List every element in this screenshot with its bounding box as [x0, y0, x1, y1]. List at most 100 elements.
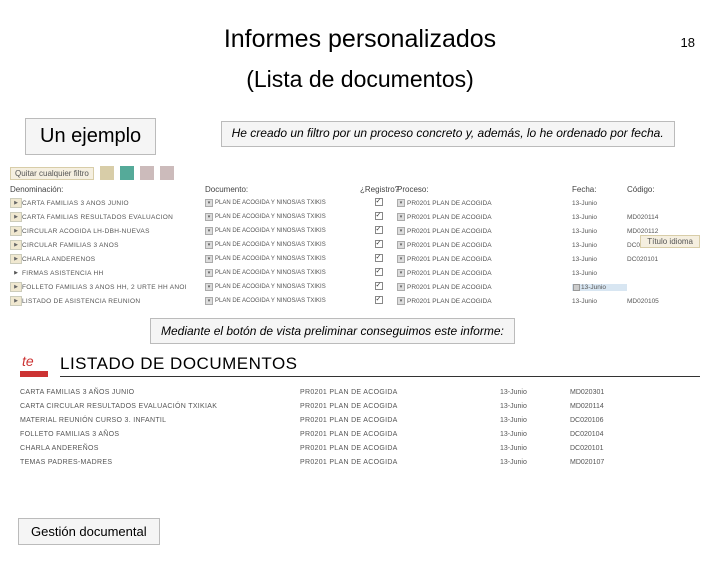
r-codigo: DC020101	[570, 445, 640, 452]
checkbox-icon[interactable]	[375, 226, 383, 234]
col-doc: Documento:	[205, 185, 360, 194]
dropdown-icon[interactable]	[397, 255, 405, 263]
cell-fecha[interactable]: 13-Junio	[572, 228, 627, 235]
cell-reg[interactable]	[360, 282, 397, 292]
report-table: CARTA FAMILIAS 3 AÑOS JUNIOPR0201 PLAN D…	[10, 385, 710, 469]
checkbox-icon[interactable]	[375, 240, 383, 248]
dropdown-icon[interactable]	[205, 297, 213, 305]
row-marker-icon	[10, 268, 22, 278]
cell-doc[interactable]: PLAN DE ACOGIDA Y NIÑOS/AS TXIKIS	[205, 297, 360, 305]
cell-denom: FIRMAS ASISTENCIA HH	[22, 270, 205, 277]
r-fecha: 13-Junio	[500, 417, 570, 424]
checkbox-icon[interactable]	[375, 198, 383, 206]
r-proc: PR0201 PLAN DE ACOGIDA	[300, 417, 500, 424]
table-row[interactable]: CIRCULAR ACOGIDA LH-DBH-NUEVASPLAN DE AC…	[10, 224, 710, 238]
checkbox-icon[interactable]	[375, 296, 383, 304]
table-row[interactable]: CARTA FAMILIAS RESULTADOS EVALUACIÓNPLAN…	[10, 210, 710, 224]
cell-proc[interactable]: PR0201 PLAN DE ACOGIDA	[397, 297, 572, 305]
cell-fecha[interactable]: 13-Junio	[572, 242, 627, 249]
r-proc: PR0201 PLAN DE ACOGIDA	[300, 403, 500, 410]
cell-proc[interactable]: PR0201 PLAN DE ACOGIDA	[397, 269, 572, 277]
dropdown-icon[interactable]	[397, 227, 405, 235]
cell-doc[interactable]: PLAN DE ACOGIDA Y NIÑOS/AS TXIKIS	[205, 227, 360, 235]
cell-codigo: MD020112	[627, 228, 682, 235]
dropdown-icon[interactable]	[205, 255, 213, 263]
checkbox-icon[interactable]	[375, 282, 383, 290]
cell-codigo: DC020101	[627, 256, 682, 263]
checkbox-icon[interactable]	[375, 268, 383, 276]
checkbox-icon[interactable]	[375, 212, 383, 220]
dropdown-icon[interactable]	[205, 227, 213, 235]
preview-icon[interactable]	[120, 166, 134, 180]
r-denom: CARTA CIRCULAR RESULTADOS EVALUACIÓN TXI…	[20, 403, 300, 410]
cell-proc[interactable]: PR0201 PLAN DE ACOGIDA	[397, 199, 572, 207]
titulo-idioma-button[interactable]: Título idioma	[640, 235, 700, 248]
cell-fecha[interactable]: 13-Junio	[572, 256, 627, 263]
report-header: LISTADO DE DOCUMENTOS	[10, 352, 710, 379]
cell-reg[interactable]	[360, 198, 397, 208]
page-number: 18	[681, 35, 695, 50]
remove-filter-button[interactable]: Quitar cualquier filtro	[10, 167, 94, 180]
cell-fecha[interactable]: 13-Junio	[572, 284, 627, 291]
checkbox-icon[interactable]	[375, 254, 383, 262]
cell-denom: FOLLETO FAMILIAS 3 AÑOS HH, 2 URTE HH AN…	[22, 284, 205, 291]
cell-doc[interactable]: PLAN DE ACOGIDA Y NIÑOS/AS TXIKIS	[205, 199, 360, 207]
cell-denom: CHARLA ANDEREÑOS	[22, 256, 205, 263]
dropdown-icon[interactable]	[397, 199, 405, 207]
report-row: CHARLA ANDEREÑOSPR0201 PLAN DE ACOGIDA13…	[20, 441, 700, 455]
col-codigo: Código:	[627, 185, 682, 194]
dropdown-icon[interactable]	[205, 241, 213, 249]
dropdown-icon[interactable]	[205, 199, 213, 207]
cell-proc[interactable]: PR0201 PLAN DE ACOGIDA	[397, 283, 572, 291]
cell-proc[interactable]: PR0201 PLAN DE ACOGIDA	[397, 255, 572, 263]
report-row: TEMAS PADRES-MADRESPR0201 PLAN DE ACOGID…	[20, 455, 700, 469]
callout-filter-note: He creado un filtro por un proceso concr…	[221, 121, 675, 147]
cell-fecha[interactable]: 13-Junio	[572, 214, 627, 221]
cell-fecha[interactable]: 13-Junio	[572, 298, 627, 305]
table-row[interactable]: CIRCULAR FAMILIAS 3 AÑOSPLAN DE ACOGIDA …	[10, 238, 710, 252]
dropdown-icon[interactable]	[397, 269, 405, 277]
report-row: CARTA CIRCULAR RESULTADOS EVALUACIÓN TXI…	[20, 399, 700, 413]
cell-doc[interactable]: PLAN DE ACOGIDA Y NIÑOS/AS TXIKIS	[205, 283, 360, 291]
table-row[interactable]: CHARLA ANDEREÑOSPLAN DE ACOGIDA Y NIÑOS/…	[10, 252, 710, 266]
cell-doc[interactable]: PLAN DE ACOGIDA Y NIÑOS/AS TXIKIS	[205, 213, 360, 221]
toolbar: Quitar cualquier filtro	[10, 163, 710, 183]
binoculars-icon[interactable]	[100, 166, 114, 180]
cell-reg[interactable]	[360, 254, 397, 264]
r-denom: CHARLA ANDEREÑOS	[20, 445, 300, 452]
dropdown-icon[interactable]	[397, 241, 405, 249]
cell-doc[interactable]: PLAN DE ACOGIDA Y NIÑOS/AS TXIKIS	[205, 255, 360, 263]
r-codigo: MD020107	[570, 459, 640, 466]
table-row[interactable]: FOLLETO FAMILIAS 3 AÑOS HH, 2 URTE HH AN…	[10, 280, 710, 294]
dropdown-icon[interactable]	[397, 297, 405, 305]
cell-fecha[interactable]: 13-Junio	[572, 270, 627, 277]
dropdown-icon[interactable]	[397, 283, 405, 291]
cell-fecha[interactable]: 13-Junio	[572, 200, 627, 207]
cell-proc[interactable]: PR0201 PLAN DE ACOGIDA	[397, 213, 572, 221]
table-row[interactable]: CARTA FAMILIAS 3 AÑOS JUNIOPLAN DE ACOGI…	[10, 196, 710, 210]
cell-proc[interactable]: PR0201 PLAN DE ACOGIDA	[397, 241, 572, 249]
cell-doc[interactable]: PLAN DE ACOGIDA Y NIÑOS/AS TXIKIS	[205, 269, 360, 277]
cell-reg[interactable]	[360, 212, 397, 222]
table-row[interactable]: FIRMAS ASISTENCIA HHPLAN DE ACOGIDA Y NI…	[10, 266, 710, 280]
dropdown-icon[interactable]	[205, 213, 213, 221]
cell-proc[interactable]: PR0201 PLAN DE ACOGIDA	[397, 227, 572, 235]
table-row[interactable]: LISTADO DE ASISTENCIA REUNIÓNPLAN DE ACO…	[10, 294, 710, 308]
page-icon-2[interactable]	[160, 166, 174, 180]
cell-denom: CIRCULAR FAMILIAS 3 AÑOS	[22, 242, 205, 249]
page-icon[interactable]	[140, 166, 154, 180]
calendar-icon[interactable]	[573, 284, 580, 291]
dropdown-icon[interactable]	[397, 213, 405, 221]
slide-subtitle: (Lista de documentos)	[0, 66, 720, 93]
dropdown-icon[interactable]	[205, 269, 213, 277]
report-title: LISTADO DE DOCUMENTOS	[60, 354, 700, 377]
r-fecha: 13-Junio	[500, 431, 570, 438]
cell-reg[interactable]	[360, 226, 397, 236]
cell-doc[interactable]: PLAN DE ACOGIDA Y NIÑOS/AS TXIKIS	[205, 241, 360, 249]
cell-reg[interactable]	[360, 240, 397, 250]
section-header: Un ejemplo	[25, 118, 156, 155]
row-marker-icon	[10, 198, 22, 208]
dropdown-icon[interactable]	[205, 283, 213, 291]
cell-reg[interactable]	[360, 268, 397, 278]
cell-reg[interactable]	[360, 296, 397, 306]
